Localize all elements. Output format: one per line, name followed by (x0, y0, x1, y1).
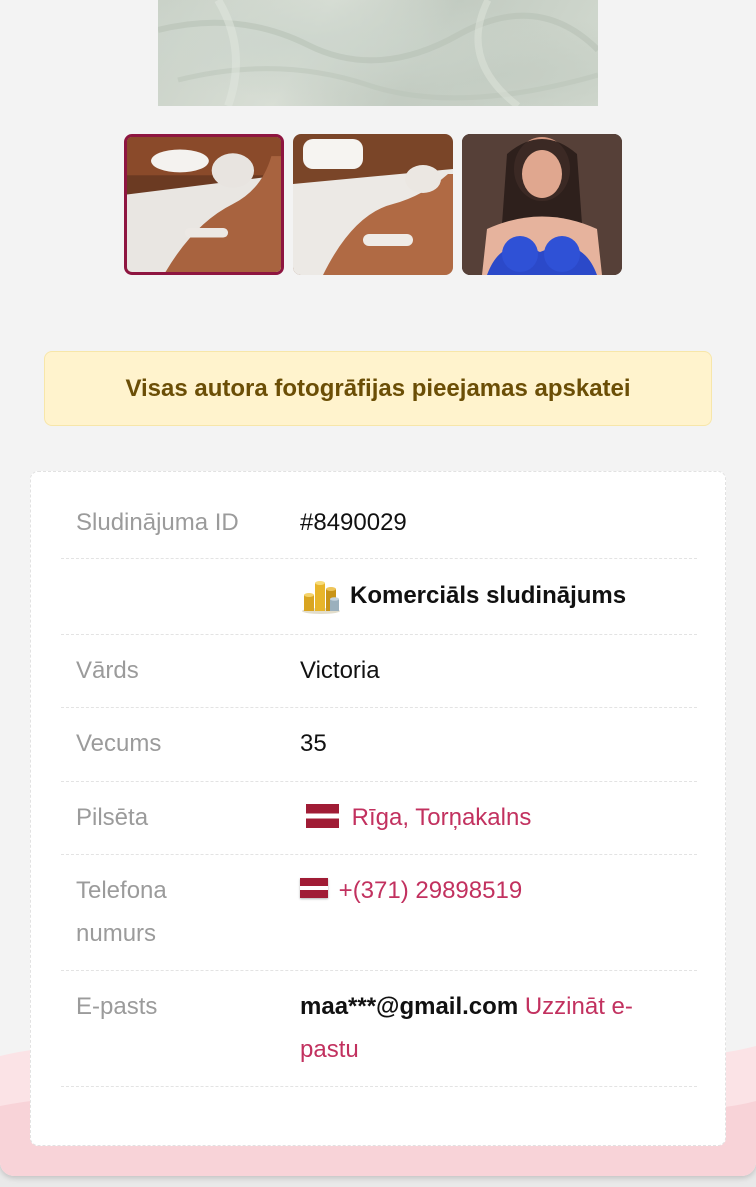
reveal-email-link-line-1[interactable]: Uzzināt e- (525, 993, 633, 1020)
detail-row-city: Pilsēta Rīga, Torņakalns (61, 781, 697, 855)
detail-row-age: Vecums 35 (61, 707, 697, 782)
detail-row-ad-id: Sludinājuma ID #8490029 (61, 501, 697, 559)
phone-link[interactable]: +(371) 29898519 (339, 877, 523, 904)
detail-row-commercial: Komerciāls sludinājums (61, 558, 697, 635)
email-masked: maa***@gmail.com (300, 993, 519, 1020)
age-label: Vecums (76, 730, 162, 757)
page: Visas autora fotogrāfijas pieejamas apsk… (0, 0, 756, 1176)
email-value: maa***@gmail.com Uzzināt e-pastu (300, 985, 680, 1071)
detail-row-phone: Telefona numurs +(371) 29898519 (61, 854, 697, 971)
phone-value[interactable]: +(371) 29898519 (300, 869, 522, 912)
phone-label-line-2: numurs (76, 920, 157, 947)
commercial-badge: Komerciāls sludinājums (300, 573, 626, 617)
notice-text: Visas autora fotogrāfijas pieejamas apsk… (125, 374, 631, 402)
city-value[interactable]: Rīga, Torņakalns (306, 796, 531, 839)
ad-id-label: Sludinājuma ID (76, 509, 239, 536)
reveal-email-link-line-2[interactable]: pastu (300, 1036, 359, 1063)
ad-details-card: Sludinājuma ID #8490029 Komerciāls sludi… (30, 471, 726, 1146)
coins-stack-icon (302, 581, 340, 614)
email-label: E-pasts (76, 993, 158, 1020)
commercial-text: Komerciāls sludinājums (350, 582, 627, 609)
ad-id-value: #8490029 (300, 509, 407, 536)
photo-thumbnail-1[interactable] (124, 134, 284, 275)
phone-label: Telefona numurs (76, 869, 266, 955)
photo-thumbnail-3[interactable] (462, 134, 622, 275)
city-link[interactable]: Rīga, Torņakalns (352, 804, 532, 831)
detail-row-email: E-pasts maa***@gmail.com Uzzināt e-pastu (61, 970, 697, 1087)
photo-thumbnails (124, 134, 622, 275)
name-label: Vārds (76, 657, 139, 684)
photos-available-notice: Visas autora fotogrāfijas pieejamas apsk… (44, 351, 712, 426)
age-value: 35 (300, 730, 327, 757)
latvia-flag-icon (306, 804, 339, 828)
name-value: Victoria (300, 657, 380, 684)
city-label: Pilsēta (76, 804, 149, 831)
detail-row-name: Vārds Victoria (61, 634, 697, 708)
photo-thumbnail-2[interactable] (293, 134, 453, 275)
latvia-flag-icon (300, 878, 328, 898)
phone-label-line-1: Telefona (76, 877, 167, 904)
main-photo[interactable] (158, 0, 598, 106)
